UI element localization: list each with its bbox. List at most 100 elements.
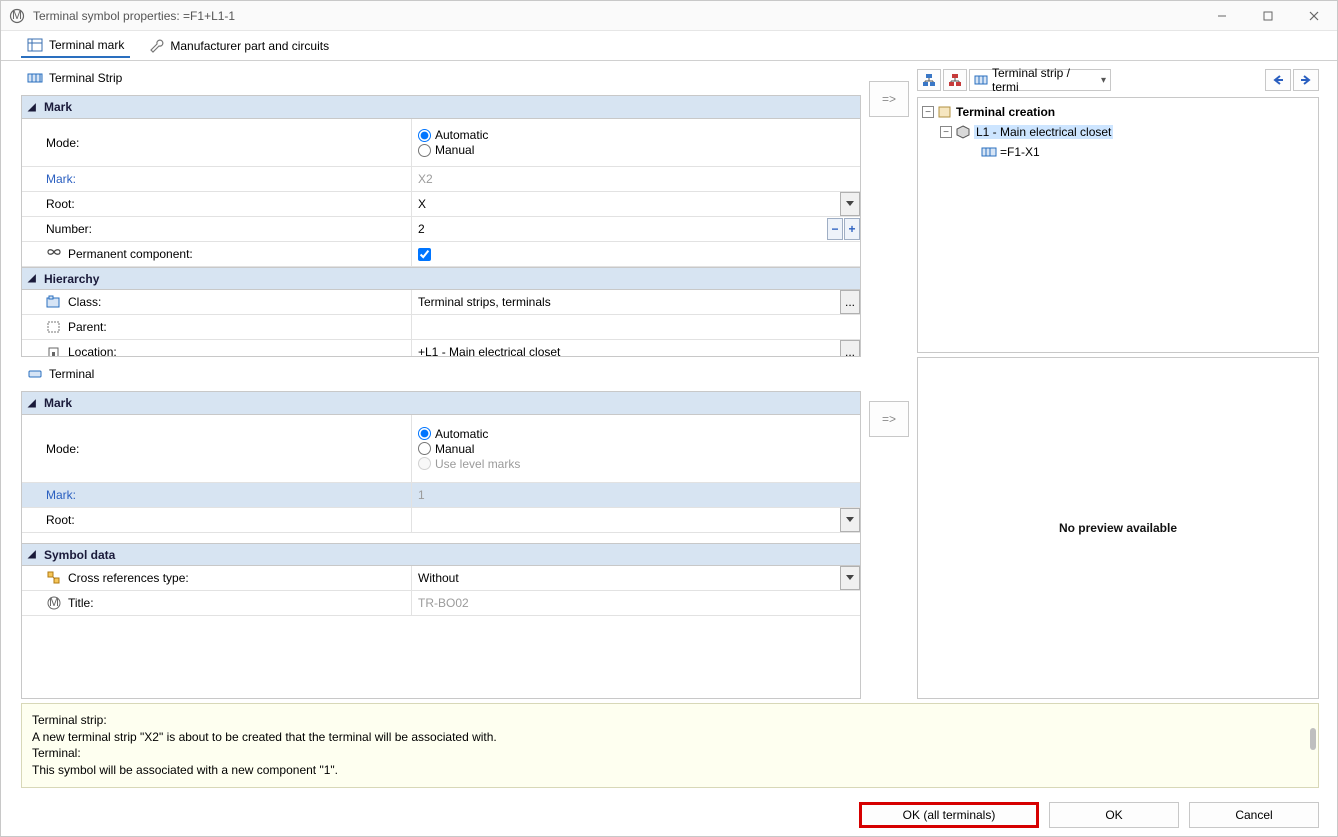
radio-automatic[interactable]: Automatic (418, 128, 488, 142)
root-dropdown-button-2[interactable] (840, 508, 860, 532)
close-button[interactable] (1291, 1, 1337, 31)
number-increment[interactable]: + (844, 218, 860, 240)
ok-all-terminals-button[interactable]: OK (all terminals) (859, 802, 1039, 828)
cross-ref-icon (46, 571, 62, 585)
expand-icon[interactable]: − (940, 126, 952, 138)
parent-icon (46, 320, 62, 334)
cancel-button[interactable]: Cancel (1189, 802, 1319, 828)
group-symbol-data[interactable]: ◢Symbol data (22, 543, 860, 566)
radio-automatic-2[interactable]: Automatic (418, 427, 520, 441)
info-line: Terminal strip: (32, 712, 1308, 729)
tree-leaf[interactable]: =F1-X1 (922, 142, 1314, 162)
label-parent: Parent: (22, 315, 412, 339)
label-mark-link[interactable]: Mark: (22, 167, 412, 191)
number-decrement[interactable]: − (827, 218, 843, 240)
label-class: Class: (22, 290, 412, 314)
info-scrollbar[interactable] (1310, 728, 1316, 750)
value-title: TR-BO02 (418, 596, 469, 610)
section-terminal-strip-header: Terminal Strip (21, 67, 861, 89)
class-icon (46, 295, 62, 309)
row-mode-2: Mode: Automatic Manual Use level marks (22, 415, 860, 483)
book-icon (937, 105, 953, 119)
input-root-2[interactable] (418, 513, 860, 527)
tree-view-button-2[interactable] (943, 69, 967, 91)
svg-text:M: M (12, 8, 22, 22)
label-mode: Mode: (22, 415, 412, 482)
minimize-button[interactable] (1199, 1, 1245, 31)
tree-toolbar: Terminal strip / termi ▾ (917, 67, 1319, 93)
info-line: This symbol will be associated with a ne… (32, 762, 1308, 779)
assign-terminal-button[interactable]: => (869, 401, 909, 437)
row-title: M Title: TR-BO02 (22, 591, 860, 616)
tree-child[interactable]: − L1 - Main electrical closet (922, 122, 1314, 142)
label-root: Root: (22, 508, 412, 532)
root-dropdown-button[interactable] (840, 192, 860, 216)
checkbox-permanent[interactable] (418, 248, 431, 261)
label-mode: Mode: (22, 119, 412, 166)
middle-column: => => (867, 67, 911, 699)
value-location: +L1 - Main electrical closet (418, 345, 560, 357)
terminal-properties: ◢Mark Mode: Automatic Manual Use level m… (21, 391, 861, 699)
expand-icon[interactable]: − (922, 106, 934, 118)
wrench-icon (148, 39, 164, 53)
row-root-2: Root: (22, 508, 860, 533)
row-parent: Parent: (22, 315, 860, 340)
tab-manufacturer[interactable]: Manufacturer part and circuits (142, 35, 335, 57)
tree-root[interactable]: − Terminal creation (922, 102, 1314, 122)
value-mark: X2 (418, 172, 433, 186)
window-controls (1199, 1, 1337, 31)
radio-manual-2[interactable]: Manual (418, 442, 520, 456)
value-class: Terminal strips, terminals (418, 295, 551, 309)
nav-next-button[interactable] (1293, 69, 1319, 91)
info-bar: Terminal strip: A new terminal strip "X2… (21, 703, 1319, 788)
label-number: Number: (22, 217, 412, 241)
row-mark-2: Mark: 1 (22, 483, 860, 508)
terminal-strip-icon (981, 145, 997, 159)
row-cross-ref: Cross references type: Without (22, 566, 860, 591)
section-title: Terminal (49, 367, 94, 381)
group-mark-2[interactable]: ◢Mark (22, 392, 860, 415)
tree-panel[interactable]: − Terminal creation − L1 - Main electric… (917, 97, 1319, 353)
row-number: Number: − + (22, 217, 860, 242)
titlebar: M Terminal symbol properties: =F1+L1-1 (1, 1, 1337, 31)
svg-text:M: M (49, 596, 59, 609)
location-browse-button[interactable]: ... (840, 340, 860, 357)
label-root: Root: (22, 192, 412, 216)
label-permanent: Permanent component: (22, 242, 412, 266)
title-icon: M (46, 596, 62, 610)
value-mark-2: 1 (418, 488, 425, 502)
section-terminal-header: Terminal (21, 363, 861, 385)
radio-manual[interactable]: Manual (418, 143, 488, 157)
footer: OK (all terminals) OK Cancel (1, 794, 1337, 836)
info-line: Terminal: (32, 745, 1308, 762)
radio-use-level: Use level marks (418, 457, 520, 471)
infinity-icon (46, 247, 62, 261)
group-mark[interactable]: ◢Mark (22, 96, 860, 119)
dialog-window: M Terminal symbol properties: =F1+L1-1 T… (0, 0, 1338, 837)
preview-text: No preview available (1059, 521, 1177, 535)
terminal-icon (27, 367, 43, 381)
tabs: Terminal mark Manufacturer part and circ… (1, 31, 1337, 61)
ok-button[interactable]: OK (1049, 802, 1179, 828)
input-number[interactable] (418, 222, 860, 236)
label-location: Location: (22, 340, 412, 357)
cross-ref-dropdown[interactable] (840, 566, 860, 590)
row-mark: Mark: X2 (22, 167, 860, 192)
class-browse-button[interactable]: ... (840, 290, 860, 314)
tree-filter-select[interactable]: Terminal strip / termi ▾ (969, 69, 1111, 91)
label-mark-link-2[interactable]: Mark: (22, 483, 412, 507)
group-hierarchy[interactable]: ◢Hierarchy (22, 267, 860, 290)
maximize-button[interactable] (1245, 1, 1291, 31)
tab-terminal-mark[interactable]: Terminal mark (21, 34, 130, 58)
select-label: Terminal strip / termi (992, 66, 1097, 94)
input-root[interactable] (418, 197, 860, 211)
assign-strip-button[interactable]: => (869, 81, 909, 117)
terminal-strip-properties: ◢Mark Mode: Automatic Manual Mark: X2 (21, 95, 861, 357)
tab-label: Manufacturer part and circuits (170, 39, 329, 53)
tab-label: Terminal mark (49, 38, 124, 52)
tree-view-button-1[interactable] (917, 69, 941, 91)
app-icon: M (9, 8, 25, 24)
terminal-mark-icon (27, 38, 43, 52)
nav-prev-button[interactable] (1265, 69, 1291, 91)
label-title: M Title: (22, 591, 412, 615)
